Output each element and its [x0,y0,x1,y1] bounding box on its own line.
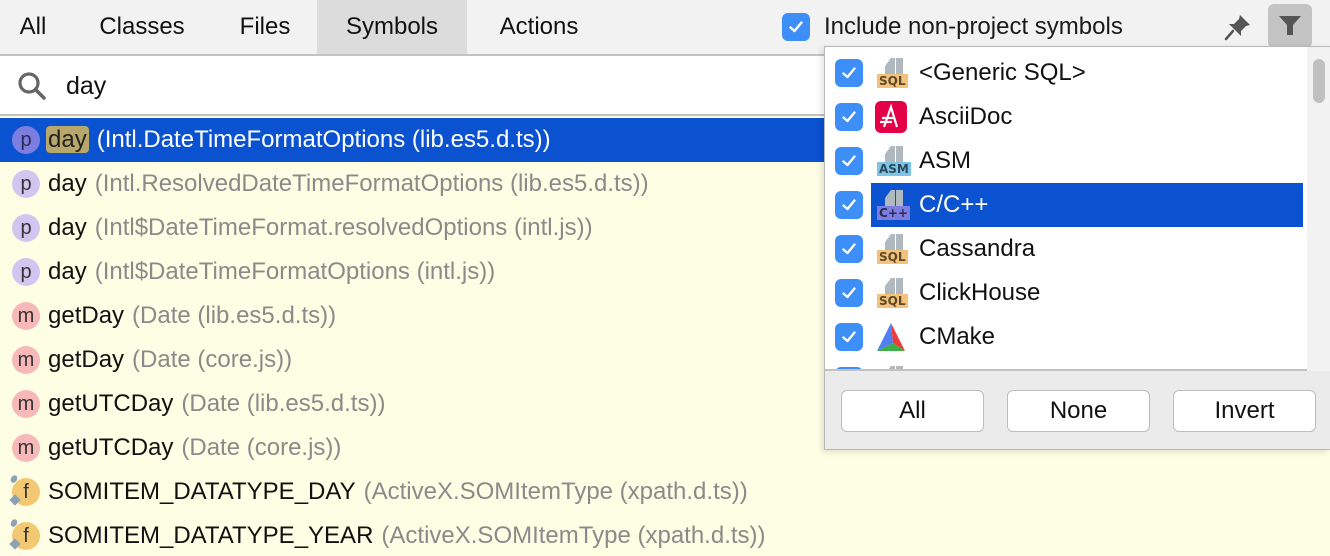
asm-file-icon: ASM [875,145,911,177]
result-location: (ActiveX.SOMItemType (xpath.d.ts)) [363,478,748,505]
asciidoc-icon [875,101,907,133]
language-list: SQL <Generic SQL> AsciiDoc ASM ASM C++ C/C++ SQ… [825,47,1307,371]
result-name: day [48,214,87,241]
language-item[interactable]: C++ C/C++ [825,183,1307,227]
language-name: AsciiDoc [919,103,1013,130]
search-input[interactable] [66,64,806,108]
result-location: (Intl$DateTimeFormat.resolvedOptions (in… [94,214,593,241]
language-item[interactable]: SQL ClickHouse [825,271,1307,315]
language-item[interactable]: AsciiDoc [825,95,1307,139]
checkbox-checked-icon[interactable] [835,191,863,219]
scrollbar-thumb[interactable] [1313,59,1325,103]
checkbox-checked-icon[interactable] [835,147,863,175]
checkbox-checked-icon[interactable] [782,13,810,41]
language-item-content: AsciiDoc [871,95,1303,139]
language-item-content: SQL Cassandra [871,227,1303,271]
checkbox-checked-icon[interactable] [835,323,863,351]
result-name: getUTCDay [48,434,174,461]
include-non-project-checkbox[interactable]: Include non-project symbols [782,12,1123,42]
language-item-content: C++ C/C++ [871,183,1303,227]
checkbox-checked-icon[interactable] [835,103,863,131]
language-item[interactable]: ASM ASM [825,139,1307,183]
property-icon: p [12,170,40,198]
language-item[interactable]: CMake [825,315,1307,359]
invert-selection-button[interactable]: Invert [1173,390,1316,432]
pin-button[interactable] [1220,8,1256,46]
tab-files[interactable]: Files [222,0,308,54]
language-filter-popup: SQL <Generic SQL> AsciiDoc ASM ASM C++ C/C++ SQ… [824,46,1330,450]
property-icon: p [12,214,40,242]
result-name: day [48,170,87,197]
include-non-project-label: Include non-project symbols [824,13,1123,40]
select-none-button[interactable]: None [1007,390,1150,432]
tab-symbols[interactable]: Symbols [317,0,467,54]
cmake-icon [875,321,907,353]
pin-icon [1224,15,1250,41]
tab-classes[interactable]: Classes [80,0,204,54]
checkbox-checked-icon[interactable] [835,279,863,307]
match-highlight: day [46,126,89,153]
result-name: day [48,258,87,285]
checkbox-checked-icon[interactable] [835,59,863,87]
property-icon: p [12,126,40,154]
select-all-button[interactable]: All [841,390,984,432]
result-location: (Date (lib.es5.d.ts)) [132,302,337,329]
result-location: (Date (lib.es5.d.ts)) [181,390,386,417]
result-name: getDay [48,302,125,329]
result-name: SOMITEM_DATATYPE_DAY [48,478,356,505]
language-item-content: SQL ClickHouse [871,271,1303,315]
result-name: day [46,126,89,154]
result-name: SOMITEM_DATATYPE_YEAR [48,522,374,549]
language-name: Cassandra [919,235,1036,262]
cpp-file-icon: C++ [875,189,910,221]
method-icon: m [12,434,40,462]
method-icon: m [12,390,40,418]
checkbox-checked-icon[interactable] [835,235,863,263]
checkbox-checked-icon[interactable] [835,367,863,369]
result-location: (Date (core.js)) [132,346,293,373]
language-item-content [871,359,1303,369]
method-icon: m [12,346,40,374]
language-item-content: CMake [871,315,1303,359]
language-item-partial[interactable] [825,359,1307,369]
result-location: (Intl$DateTimeFormatOptions (intl.js)) [94,258,496,285]
language-item-content: SQL <Generic SQL> [871,51,1303,95]
result-name: getUTCDay [48,390,174,417]
property-icon: p [12,258,40,286]
result-location: (Intl.DateTimeFormatOptions (lib.es5.d.t… [96,126,551,153]
result-row[interactable]: f SOMITEM_DATATYPE_YEAR (ActiveX.SOMItemTy… [0,514,1330,556]
language-name: C/C++ [919,191,989,218]
search-bar [0,56,826,116]
language-name: ClickHouse [919,279,1041,306]
sql-file-icon: SQL [875,233,908,265]
result-location: (Intl.ResolvedDateTimeFormatOptions (lib… [94,170,649,197]
file-icon [875,365,907,369]
language-name: <Generic SQL> [919,59,1086,86]
result-location: (Date (core.js)) [181,434,342,461]
tab-all[interactable]: All [0,0,66,54]
sql-file-icon: SQL [875,57,908,89]
language-item[interactable]: SQL Cassandra [825,227,1307,271]
scrollbar[interactable] [1307,47,1330,371]
method-icon: m [12,302,40,330]
field-icon: f [9,519,40,550]
sql-file-icon: SQL [875,277,908,309]
tab-actions[interactable]: Actions [472,0,606,54]
result-row[interactable]: f SOMITEM_DATATYPE_DAY (ActiveX.SOMItemTyp… [0,470,1330,514]
language-item[interactable]: SQL <Generic SQL> [825,51,1307,95]
filter-button[interactable] [1268,4,1312,48]
language-item-content: ASM ASM [871,139,1303,183]
field-icon: f [9,475,40,506]
filter-icon [1279,16,1301,35]
language-name: CMake [919,323,996,350]
search-icon [18,72,46,100]
language-name: ASM [919,147,972,174]
result-location: (ActiveX.SOMItemType (xpath.d.ts)) [381,522,766,549]
result-name: getDay [48,346,125,373]
